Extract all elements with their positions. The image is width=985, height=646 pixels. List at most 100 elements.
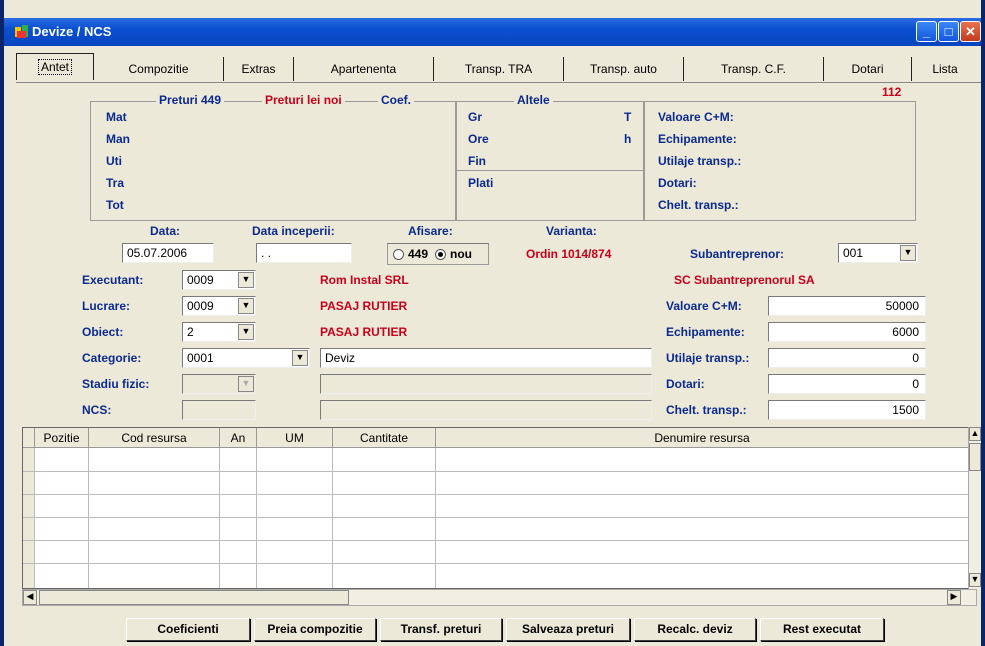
tab-apartenenta[interactable]: Apartenenta — [294, 57, 434, 81]
minimize-button[interactable]: _ — [916, 21, 937, 42]
echipamente-field[interactable]: 6000 — [768, 322, 926, 342]
tab-transp-cf[interactable]: Transp. C.F. — [684, 57, 824, 81]
application-window: Devize / NCS _ □ ✕ Antet Compozitie Extr… — [0, 0, 985, 646]
afisare-449-radio[interactable] — [393, 249, 404, 260]
data-label: Data: — [150, 224, 181, 238]
data-inceperii-label: Data inceperii: — [252, 224, 335, 238]
subantreprenor-label: Subantreprenor: — [690, 247, 785, 261]
window-title: Devize / NCS — [32, 24, 112, 39]
utilaje-field[interactable]: 0 — [768, 348, 926, 368]
altele-divider — [456, 170, 644, 171]
horizontal-scrollbar[interactable]: ◀ ▶ — [22, 589, 977, 606]
maximize-button[interactable]: □ — [938, 21, 959, 42]
tab-compozitie[interactable]: Compozitie — [94, 57, 224, 81]
unit-t: T — [624, 110, 632, 124]
salveaza-preturi-button[interactable]: Salveaza preturi — [506, 618, 630, 641]
varianta-label: Varianta: — [546, 224, 597, 238]
data-field[interactable]: 05.07.2006 — [122, 243, 214, 263]
chevron-down-icon[interactable]: ▼ — [900, 245, 916, 261]
preia-compozitie-button[interactable]: Preia compozitie — [254, 618, 376, 641]
column-header-pozitie[interactable]: Pozitie — [35, 428, 89, 448]
ncs-name-field — [320, 400, 652, 420]
chevron-down-icon[interactable]: ▼ — [238, 324, 254, 340]
row-selector-column — [23, 448, 35, 588]
resource-table[interactable]: Pozitie Cod resursa An UM Cantitate Denu… — [22, 427, 977, 589]
horizontal-scroll-thumb[interactable] — [39, 590, 349, 605]
tab-dotari[interactable]: Dotari — [824, 57, 912, 81]
executant-select[interactable]: 0009 ▼ — [182, 270, 256, 290]
obiect-label: Obiect: — [82, 325, 124, 339]
tab-transp-auto[interactable]: Transp. auto — [564, 57, 684, 81]
subantreprenor-value: 001 — [843, 246, 864, 260]
chelt-transp-label: Chelt. transp.: — [666, 403, 747, 417]
rest-executat-button[interactable]: Rest executat — [760, 618, 884, 641]
dotari-field[interactable]: 0 — [768, 374, 926, 394]
group-preturi-lei-noi: Preturi lei noi — [262, 93, 345, 107]
table-row[interactable] — [23, 517, 968, 518]
scroll-right-icon[interactable]: ▶ — [947, 590, 961, 605]
tab-antet[interactable]: Antet — [16, 53, 94, 80]
ncs-field — [182, 400, 256, 420]
column-header-cod-resursa[interactable]: Cod resursa — [89, 428, 220, 448]
scroll-up-icon[interactable]: ▲ — [969, 427, 981, 441]
app-icon — [15, 25, 28, 38]
table-row[interactable] — [23, 471, 968, 472]
chevron-down-icon[interactable]: ▼ — [292, 350, 308, 366]
valoare-cm-field[interactable]: 50000 — [768, 296, 926, 316]
row-tot: Tot — [106, 198, 124, 212]
total-valoare-cm: Valoare C+M: — [658, 110, 734, 124]
lucrare-value: 0009 — [187, 299, 214, 313]
executant-value: 0009 — [187, 273, 214, 287]
data-inceperii-field[interactable]: . . — [256, 243, 352, 263]
tab-extras[interactable]: Extras — [224, 57, 294, 81]
lucrare-name: PASAJ RUTIER — [320, 299, 408, 313]
record-count: 112 — [882, 85, 902, 99]
categorie-name-field[interactable]: Deviz — [320, 348, 652, 368]
subantreprenor-name: SC Subantreprenorul SA — [674, 273, 815, 287]
table-row[interactable] — [23, 540, 968, 541]
obiect-select[interactable]: 2 ▼ — [182, 322, 256, 342]
scroll-left-icon[interactable]: ◀ — [23, 590, 37, 605]
row-uti: Uti — [106, 154, 122, 168]
table-row[interactable] — [23, 494, 968, 495]
tab-transp-tra[interactable]: Transp. TRA — [434, 57, 564, 81]
scroll-down-icon[interactable]: ▼ — [969, 573, 981, 587]
close-button[interactable]: ✕ — [960, 21, 981, 42]
dotari-label: Dotari: — [666, 377, 705, 391]
altele-ore: Ore — [468, 132, 489, 146]
column-an — [220, 448, 257, 588]
transf-preturi-button[interactable]: Transf. preturi — [380, 618, 502, 641]
chevron-down-icon[interactable]: ▼ — [238, 298, 254, 314]
afisare-449-label: 449 — [408, 247, 429, 261]
coeficienti-button[interactable]: Coeficienti — [126, 618, 250, 641]
row-tra: Tra — [106, 176, 125, 190]
column-pozitie — [35, 448, 89, 588]
total-utilaje: Utilaje transp.: — [658, 154, 742, 168]
altele-fin: Fin — [468, 154, 486, 168]
recalc-deviz-button[interactable]: Recalc. deviz — [634, 618, 756, 641]
chevron-down-icon[interactable]: ▼ — [238, 376, 254, 392]
stadiu-fizic-select[interactable]: ▼ — [182, 374, 256, 394]
categorie-select[interactable]: 0001 ▼ — [182, 348, 310, 368]
tab-lista[interactable]: Lista — [912, 57, 978, 81]
subantreprenor-select[interactable]: 001 ▼ — [838, 243, 918, 263]
column-cantitate — [333, 448, 436, 588]
afisare-nou-radio[interactable] — [435, 249, 446, 260]
column-header-cantitate[interactable]: Cantitate — [333, 428, 436, 448]
column-header-denumire-resursa[interactable]: Denumire resursa — [436, 428, 969, 448]
chevron-down-icon[interactable]: ▼ — [238, 272, 254, 288]
table-row[interactable] — [23, 563, 968, 564]
column-header-an[interactable]: An — [220, 428, 257, 448]
categorie-label: Categorie: — [82, 351, 142, 365]
title-bar[interactable]: Devize / NCS _ □ ✕ — [4, 18, 981, 46]
group-preturi-449: Preturi 449 — [156, 93, 225, 107]
altele-gr: Gr — [468, 110, 483, 124]
preturi-group — [90, 101, 456, 221]
column-um — [257, 448, 333, 588]
chelt-transp-field[interactable]: 1500 — [768, 400, 926, 420]
table-corner — [23, 428, 35, 448]
lucrare-select[interactable]: 0009 ▼ — [182, 296, 256, 316]
vertical-scroll-thumb[interactable] — [969, 443, 981, 471]
column-header-um[interactable]: UM — [257, 428, 333, 448]
vertical-scrollbar[interactable]: ▲ ▼ — [968, 427, 981, 589]
